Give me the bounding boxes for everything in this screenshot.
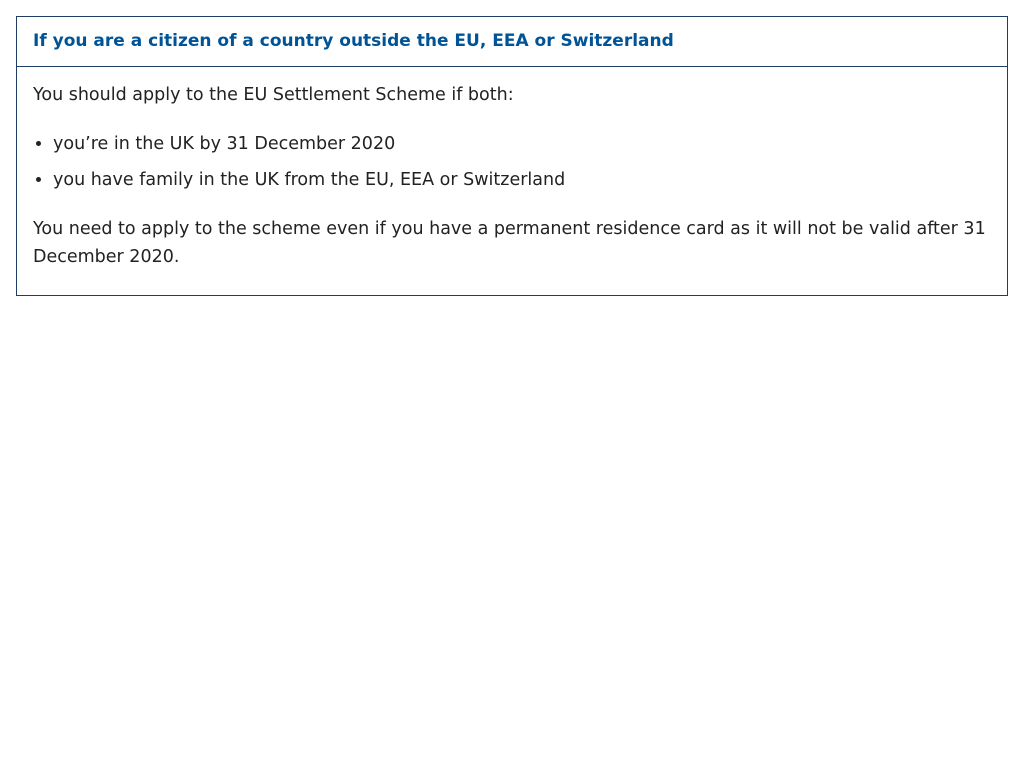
note-text: You need to apply to the scheme even if … [33, 219, 986, 267]
intro-text: You should apply to the EU Settlement Sc… [33, 85, 514, 105]
panel-title: If you are a citizen of a country outsid… [33, 31, 674, 52]
criteria-list: you’re in the UK by 31 December 2020 you… [33, 130, 991, 194]
list-item: you have family in the UK from the EU, E… [53, 166, 991, 194]
panel-header: If you are a citizen of a country outsid… [17, 17, 1007, 67]
panel-body: You should apply to the EU Settlement Sc… [17, 67, 1007, 295]
info-panel: If you are a citizen of a country outsid… [16, 16, 1008, 296]
list-item: you’re in the UK by 31 December 2020 [53, 130, 991, 158]
